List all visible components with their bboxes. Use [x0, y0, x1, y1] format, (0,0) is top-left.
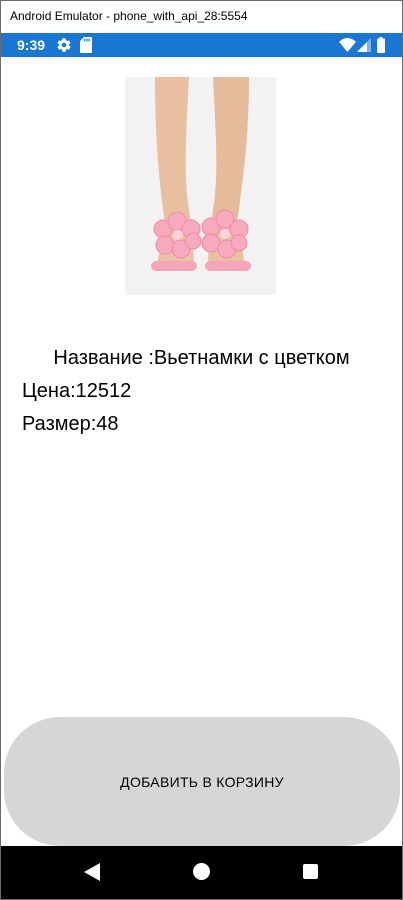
home-icon[interactable]	[193, 863, 210, 880]
product-price: Цена:12512	[22, 380, 132, 402]
emulator-window: Android Emulator - phone_with_api_28:555…	[0, 0, 403, 900]
recents-icon[interactable]	[303, 864, 318, 879]
window-title: Android Emulator - phone_with_api_28:555…	[10, 9, 248, 23]
android-status-bar: 9:39	[1, 33, 402, 57]
battery-icon	[377, 37, 385, 53]
android-nav-bar	[1, 846, 402, 899]
add-to-cart-button[interactable]: ДОБАВИТЬ В КОРЗИНУ	[4, 717, 400, 846]
product-name: Название :Вьетнамки с цветком	[53, 347, 350, 369]
gear-icon	[57, 38, 71, 52]
product-image	[125, 77, 276, 295]
product-size: Размер:48	[22, 413, 119, 435]
status-time: 9:39	[17, 37, 46, 53]
back-icon[interactable]	[84, 863, 100, 881]
product-details-screen: Название :Вьетнамки с цветком Цена:12512…	[1, 57, 402, 846]
window-titlebar: Android Emulator - phone_with_api_28:555…	[1, 1, 402, 32]
signal-icon	[357, 38, 371, 52]
wifi-icon	[339, 38, 356, 52]
sd-card-icon	[80, 37, 92, 53]
